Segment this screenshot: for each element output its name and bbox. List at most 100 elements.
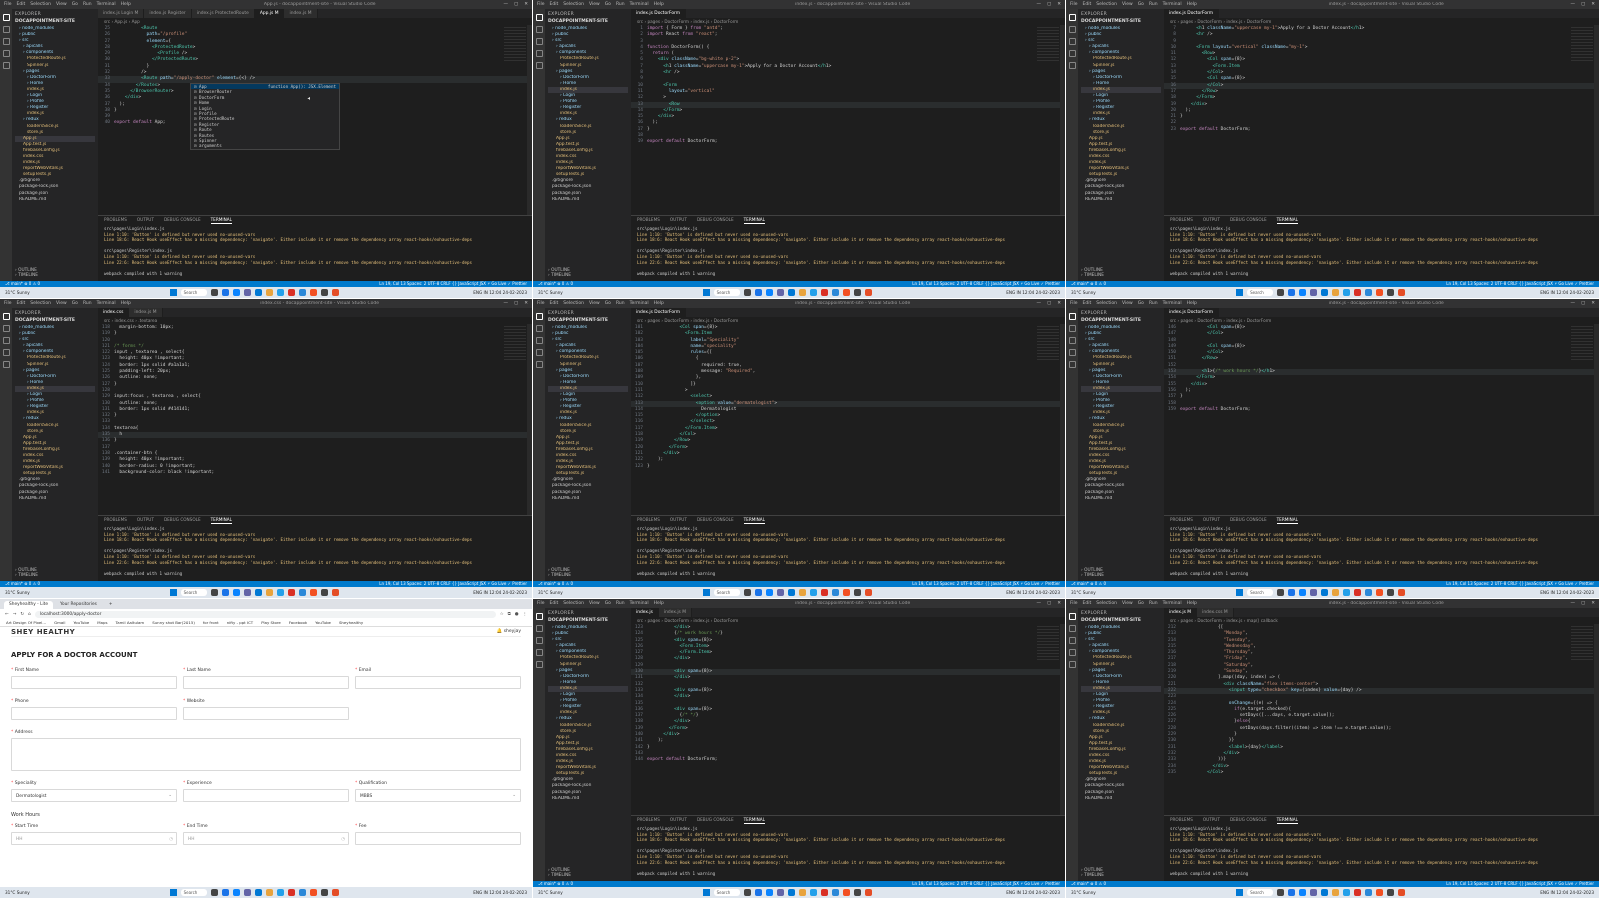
taskbar-app-icon[interactable] (320, 289, 328, 296)
panel-tab-terminal[interactable]: TERMINAL (210, 516, 232, 524)
taskbar-app-icon[interactable] (287, 889, 295, 896)
menu-item-run[interactable]: Run (1149, 301, 1158, 306)
extensions-icon[interactable] (1068, 62, 1076, 69)
project-name[interactable]: DOCAPPOINTMENT-SITE (548, 318, 628, 323)
menu-item-go[interactable]: Go (605, 2, 611, 7)
source-control-icon[interactable] (2, 38, 10, 45)
bookmark-item[interactable]: Art Design Of Pixel... (6, 619, 46, 626)
minimap[interactable] (1037, 326, 1059, 362)
menu-item-help[interactable]: Help (1187, 601, 1197, 606)
taskbar-app-icon[interactable] (1277, 289, 1285, 296)
menu-item-edit[interactable]: Edit (1083, 301, 1092, 306)
kebab-menu-icon[interactable]: ⋮ (523, 612, 527, 617)
run-debug-icon[interactable] (535, 349, 543, 356)
taskbar-app-icon[interactable] (309, 889, 317, 896)
run-debug-icon[interactable] (1068, 349, 1076, 356)
source-control-icon[interactable] (535, 337, 543, 344)
weather-widget[interactable]: 31°C Sunny (1071, 890, 1101, 895)
editor-tab[interactable]: index.js (631, 608, 659, 617)
code-editor[interactable]: 146 <Col span={8}> 147 </Col> 148 149 <Col … (1164, 324, 1599, 515)
bookmark-item[interactable]: Tamil Aaltulam (116, 619, 145, 626)
menu-item-edit[interactable]: Edit (550, 301, 559, 306)
autocomplete-item[interactable]: ⊡ arguments (191, 143, 339, 148)
code-editor[interactable]: 1 import { Form } from "antd"; 2 import Rea… (631, 25, 1065, 215)
taskbar-app-icon[interactable] (1288, 589, 1296, 596)
menu-item-view[interactable]: View (589, 2, 600, 7)
menu-item-selection[interactable]: Selection (1096, 301, 1117, 306)
extensions-icon[interactable] (535, 661, 543, 668)
taskbar-app-icon[interactable] (254, 589, 262, 596)
timeline-section[interactable]: › TIMELINE (15, 273, 95, 278)
weather-widget[interactable]: 31°C Sunny (1071, 290, 1101, 295)
taskbar-app-icon[interactable] (1299, 589, 1307, 596)
project-name[interactable]: DOCAPPOINTMENT-SITE (15, 318, 95, 323)
search-icon[interactable] (535, 325, 543, 332)
code-editor[interactable]: 212 {[213 "Monday", 214 "Tuesday", 215 "We… (1164, 624, 1599, 815)
editor-tab[interactable]: index.js M (129, 308, 163, 317)
taskbar-app-icon[interactable] (265, 289, 273, 296)
terminal-output[interactable]: src\pages\Login\index.js Line 1:10: 'But… (1164, 524, 1599, 578)
explorer-icon[interactable] (1068, 14, 1076, 21)
phone-input[interactable] (11, 707, 177, 720)
taskbar-search[interactable]: Search (1247, 289, 1274, 296)
bookmark-item[interactable]: Sheyhealthy (339, 619, 363, 626)
panel-tab-terminal[interactable]: TERMINAL (743, 816, 765, 824)
explorer-icon[interactable] (2, 313, 10, 320)
close-icon[interactable]: ✕ (524, 301, 528, 306)
taskbar-app-icon[interactable] (809, 889, 817, 896)
taskbar-app-icon[interactable] (1310, 289, 1318, 296)
menu-item-edit[interactable]: Edit (550, 601, 559, 606)
timeline-section[interactable]: › TIMELINE (548, 573, 628, 578)
taskbar-app-icon[interactable] (1310, 589, 1318, 596)
taskbar-app-icon[interactable] (754, 889, 762, 896)
home-icon[interactable]: ⌂ (28, 612, 31, 617)
menu-item-view[interactable]: View (589, 601, 600, 606)
back-icon[interactable]: ← (5, 612, 9, 617)
file-tree-item[interactable]: README.md (1081, 796, 1161, 802)
taskbar-search[interactable]: Search (1247, 889, 1274, 896)
taskbar-app-icon[interactable] (765, 889, 773, 896)
taskbar-app-icon[interactable] (743, 589, 751, 596)
minimap[interactable] (1037, 27, 1059, 63)
windows-start-icon[interactable] (169, 289, 177, 296)
taskbar-search[interactable]: Search (713, 289, 740, 296)
bookmark-item[interactable]: Facebook (289, 619, 307, 626)
extensions-icon[interactable] (2, 62, 10, 69)
menu-item-run[interactable]: Run (83, 301, 92, 306)
taskbar-app-icon[interactable] (265, 889, 273, 896)
minimap[interactable] (504, 27, 526, 63)
source-control-icon[interactable] (535, 38, 543, 45)
panel-tab-problems[interactable]: PROBLEMS (1170, 516, 1193, 524)
editor-tab[interactable]: index.js DoctorForm (1164, 308, 1220, 317)
source-control-icon[interactable] (1068, 337, 1076, 344)
menu-item-run[interactable]: Run (616, 301, 625, 306)
panel-tab-debug-console[interactable]: DEBUG CONSOLE (1230, 816, 1267, 824)
menu-item-go[interactable]: Go (605, 301, 611, 306)
close-icon[interactable]: ✕ (1591, 601, 1595, 606)
code-editor[interactable]: 101 <Col span={8}> 102 <Form.Item 103 labe… (631, 324, 1065, 515)
terminal-output[interactable]: src\pages\Login\index.js Line 1:10: 'But… (631, 524, 1065, 578)
panel-tab-debug-console[interactable]: DEBUG CONSOLE (697, 516, 734, 524)
taskbar-app-icon[interactable] (232, 589, 240, 596)
menu-item-selection[interactable]: Selection (563, 2, 584, 7)
taskbar-app-icon[interactable] (221, 289, 229, 296)
menu-item-edit[interactable]: Edit (1083, 2, 1092, 7)
taskbar-app-icon[interactable] (1277, 889, 1285, 896)
windows-start-icon[interactable] (169, 889, 177, 896)
taskbar-app-icon[interactable] (1376, 289, 1384, 296)
forward-icon[interactable]: → (13, 612, 17, 617)
weather-widget[interactable]: 31°C Sunny (1071, 590, 1101, 595)
browser-tab[interactable]: Your Repositories (55, 601, 102, 609)
project-name[interactable]: DOCAPPOINTMENT-SITE (1081, 19, 1161, 24)
taskbar-app-icon[interactable] (743, 889, 751, 896)
editor-tab[interactable]: index.css M (1197, 608, 1234, 617)
close-icon[interactable]: ✕ (1591, 301, 1595, 306)
new-tab-button[interactable]: + (104, 601, 118, 609)
taskbar-app-icon[interactable] (776, 289, 784, 296)
taskbar-app-icon[interactable] (864, 289, 872, 296)
run-debug-icon[interactable] (2, 349, 10, 356)
bookmark-item[interactable]: YouTube (315, 619, 331, 626)
taskbar-app-icon[interactable] (787, 589, 795, 596)
editor-tab[interactable]: index.js ProtectedRoute (191, 9, 255, 18)
menu-item-help[interactable]: Help (121, 301, 131, 306)
